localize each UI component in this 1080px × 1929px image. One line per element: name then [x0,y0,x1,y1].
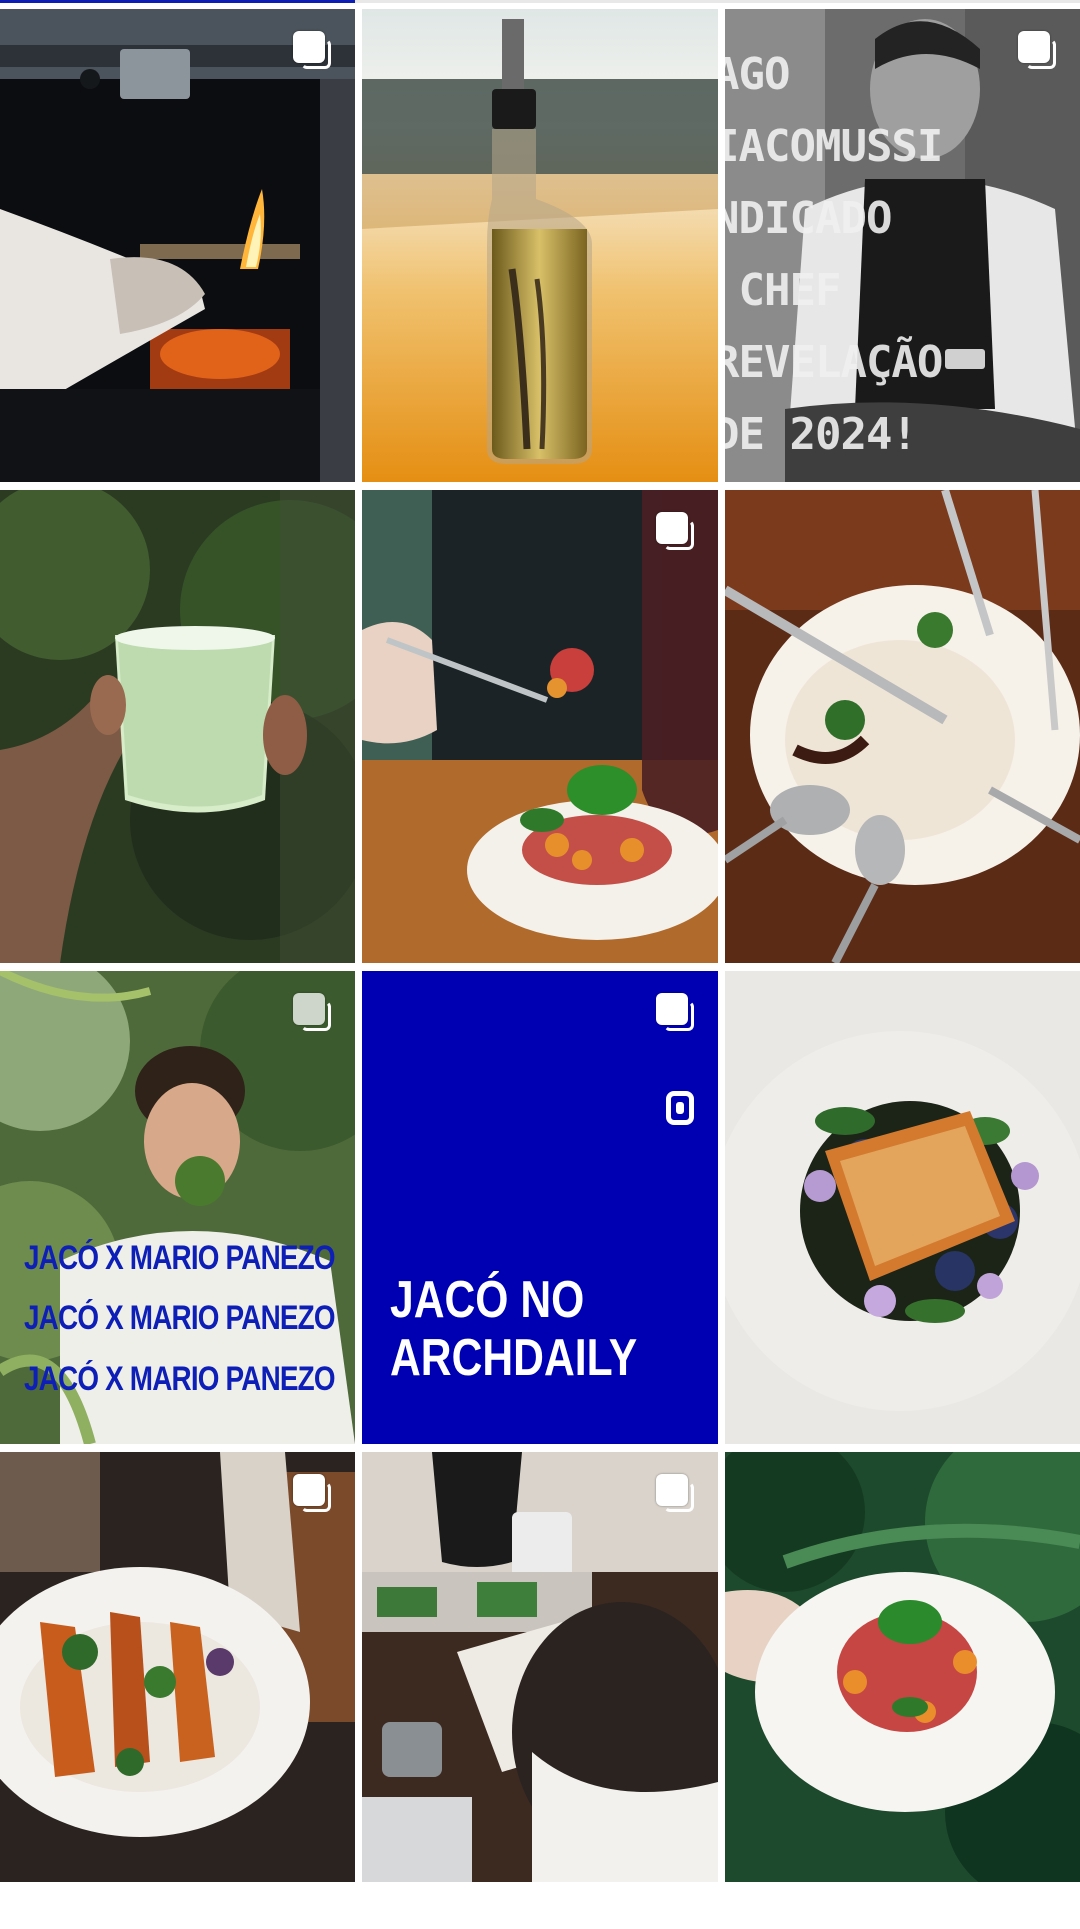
oil-bottle-photo [362,9,718,482]
cocktail-photo [0,490,355,963]
carousel-icon [656,993,696,1033]
pumpkin-plate-photo [0,1452,355,1882]
tab-indicator-track [0,0,1080,3]
carousel-icon [293,31,333,71]
post-thumbnail-kitchen-notes[interactable] [362,1452,718,1882]
carousel-icon [1018,31,1058,71]
post-thumbnail-archdaily[interactable]: JACÓ NO ARCHDAILY [362,971,718,1444]
post-thumbnail-tartare-fork[interactable] [362,490,718,963]
tartare-fork-photo [362,490,718,963]
carousel-icon [656,1474,696,1514]
chef-revelation-text: AGO IACOMUSSI NDICADO CHEF REVELAÇÃO DE … [725,49,943,460]
post-thumbnail-chef-revelation[interactable]: AGO IACOMUSSI NDICADO CHEF REVELAÇÃO DE … [725,9,1080,482]
post-thumbnail-oil-bottle[interactable] [362,9,718,482]
post-thumbnail-grill[interactable] [0,9,355,482]
post-thumbnail-cocktail[interactable] [0,490,355,963]
post-thumbnail-pumpkin-plate[interactable] [0,1452,355,1882]
kitchen-notes-photo [362,1452,718,1882]
archdaily-title: JACÓ NO ARCHDAILY [390,1271,638,1387]
archdaily-logo-icon [666,1091,694,1125]
empty-plate-photo [725,490,1080,963]
carousel-icon [293,1474,333,1514]
carousel-icon [293,993,333,1033]
collab-title-line: JACÓ X MARIO PANEZO [24,1360,336,1398]
fish-plate-photo [725,971,1080,1444]
carousel-icon [656,512,696,552]
post-thumbnail-mario-panezo[interactable]: JACÓ X MARIO PANEZO JACÓ X MARIO PANEZO … [0,971,355,1444]
collab-title-line: JACÓ X MARIO PANEZO [24,1239,336,1277]
post-thumbnail-empty-plate[interactable] [725,490,1080,963]
post-thumbnail-fish-plate[interactable] [725,971,1080,1444]
collab-title-line: JACÓ X MARIO PANEZO [24,1299,336,1337]
post-thumbnail-tartare-hand[interactable] [725,1452,1080,1882]
tab-indicator-active [0,0,355,3]
grill-photo [0,9,355,482]
tartare-hand-photo [725,1452,1080,1882]
